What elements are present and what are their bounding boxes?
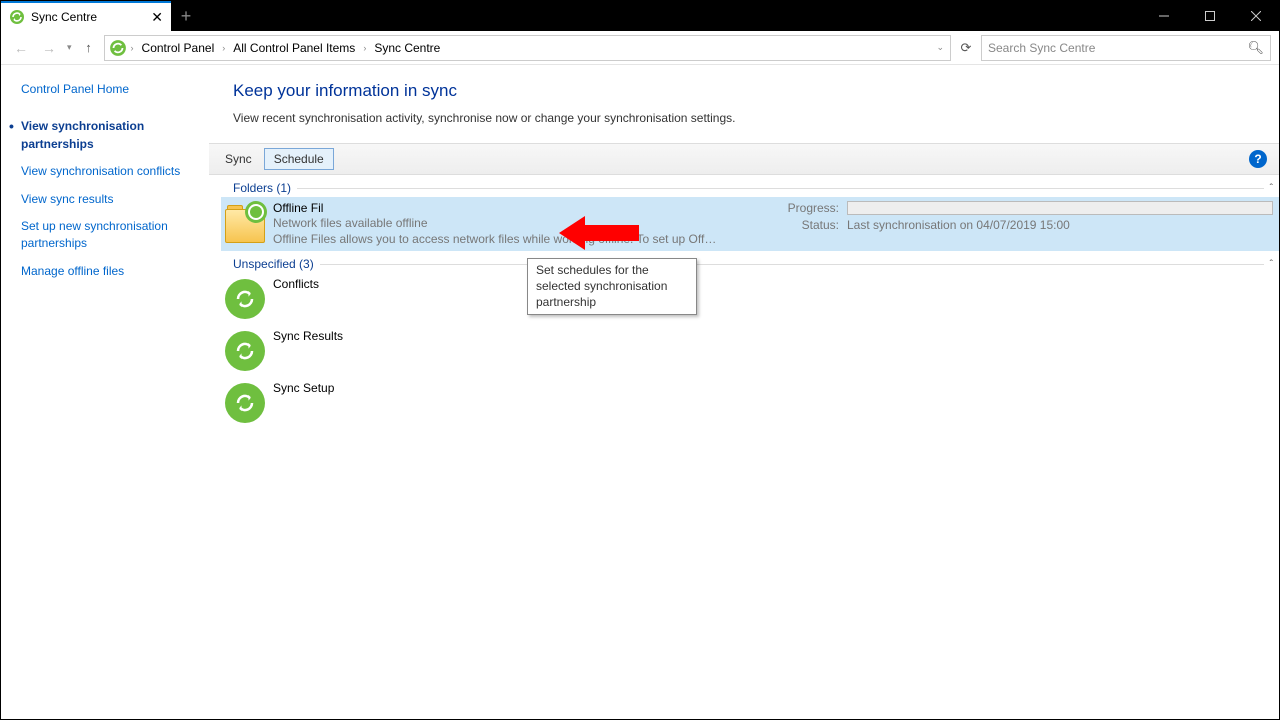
- sync-button[interactable]: Sync: [215, 148, 262, 170]
- search-input[interactable]: [988, 41, 1247, 55]
- progress-bar: [847, 201, 1273, 215]
- breadcrumb-leaf[interactable]: Sync Centre: [370, 39, 444, 57]
- sync-icon: [225, 331, 265, 371]
- control-panel-home-link[interactable]: Control Panel Home: [21, 81, 199, 98]
- forward-button[interactable]: →: [37, 36, 61, 60]
- status-value: Last synchronisation on 04/07/2019 15:00: [847, 218, 1070, 232]
- schedule-button[interactable]: Schedule: [264, 148, 334, 170]
- help-button[interactable]: ?: [1249, 150, 1267, 168]
- collapse-icon[interactable]: ˆ: [1270, 183, 1279, 194]
- sync-setup-item[interactable]: Sync Setup: [221, 377, 1279, 429]
- item-description: Offline Files allows you to access netwo…: [273, 231, 783, 247]
- tab-title: Sync Centre: [31, 10, 97, 24]
- conflicts-item[interactable]: Conflicts: [221, 273, 1279, 325]
- item-title: Offline Fil: [273, 201, 783, 215]
- item-title: Sync Results: [273, 329, 783, 343]
- sidebar: Control Panel Home View synchronisation …: [1, 65, 209, 719]
- minimize-button[interactable]: [1141, 1, 1187, 31]
- divider: [320, 264, 1264, 265]
- search-box[interactable]: 🔍︎: [981, 35, 1271, 61]
- sidebar-item-conflicts[interactable]: View synchronisation conflicts: [21, 163, 199, 180]
- main-pane: Keep your information in sync View recen…: [209, 65, 1279, 719]
- chevron-right-icon: ›: [361, 43, 368, 53]
- item-subtitle: Network files available offline: [273, 215, 783, 231]
- toolbar: Sync Schedule ?: [209, 143, 1279, 175]
- address-bar[interactable]: › Control Panel › All Control Panel Item…: [104, 35, 951, 61]
- page-subtext: View recent synchronisation activity, sy…: [233, 111, 1269, 125]
- maximize-button[interactable]: [1187, 1, 1233, 31]
- item-text: Offline Fil Network files available offl…: [273, 201, 783, 247]
- page-title: Keep your information in sync: [233, 81, 1269, 101]
- window-tab[interactable]: Sync Centre ✕: [1, 1, 171, 31]
- annotation-arrow: [559, 216, 639, 250]
- refresh-button[interactable]: ⟳: [955, 40, 977, 56]
- up-button[interactable]: ↑: [78, 37, 100, 59]
- address-bar-row: ← → ▾ ↑ › Control Panel › All Control Pa…: [1, 31, 1279, 65]
- collapse-icon[interactable]: ˆ: [1270, 259, 1279, 270]
- sidebar-item-manage-offline[interactable]: Manage offline files: [21, 263, 199, 280]
- offline-files-folder-icon: [225, 203, 265, 243]
- sync-icon: [225, 279, 265, 319]
- history-dropdown[interactable]: ▾: [65, 42, 74, 53]
- body: Control Panel Home View synchronisation …: [1, 65, 1279, 719]
- titlebar: Sync Centre ✕ +: [1, 1, 1279, 31]
- sidebar-item-setup[interactable]: Set up new synchronisation partnerships: [21, 218, 199, 253]
- group-header-folders[interactable]: Folders (1) ˆ: [221, 181, 1279, 195]
- back-button[interactable]: ←: [9, 36, 33, 60]
- sync-centre-icon: [109, 39, 127, 57]
- offline-files-item[interactable]: Offline Fil Network files available offl…: [221, 197, 1279, 251]
- chevron-right-icon: ›: [220, 43, 227, 53]
- sync-results-item[interactable]: Sync Results: [221, 325, 1279, 377]
- sync-icon: [225, 383, 265, 423]
- address-dropdown[interactable]: ⌄: [934, 42, 946, 53]
- search-icon[interactable]: 🔍︎: [1247, 40, 1264, 56]
- close-window-button[interactable]: [1233, 1, 1279, 31]
- group-label: Folders (1): [233, 181, 291, 195]
- new-tab-button[interactable]: +: [171, 1, 201, 31]
- sidebar-item-partnerships[interactable]: View synchronisation partnerships: [21, 118, 199, 153]
- status-label: Status:: [783, 218, 839, 232]
- group-label: Unspecified (3): [233, 257, 314, 271]
- sync-centre-icon: [9, 9, 25, 25]
- group-header-unspecified[interactable]: Unspecified (3) ˆ: [221, 257, 1279, 271]
- item-title: Sync Setup: [273, 381, 783, 395]
- divider: [297, 188, 1264, 189]
- chevron-right-icon: ›: [129, 43, 136, 53]
- breadcrumb-root[interactable]: Control Panel: [138, 39, 219, 57]
- progress-label: Progress:: [783, 201, 839, 215]
- window-controls: [1141, 1, 1279, 31]
- breadcrumb-mid[interactable]: All Control Panel Items: [229, 39, 359, 57]
- sidebar-item-results[interactable]: View sync results: [21, 191, 199, 208]
- schedule-tooltip: Set schedules for the selected synchroni…: [527, 258, 697, 315]
- sync-centre-window: Sync Centre ✕ + ← → ▾ ↑ › Control Panel …: [0, 0, 1280, 720]
- item-status: Progress: Status: Last synchronisation o…: [783, 201, 1273, 232]
- close-tab-icon[interactable]: ✕: [151, 9, 163, 26]
